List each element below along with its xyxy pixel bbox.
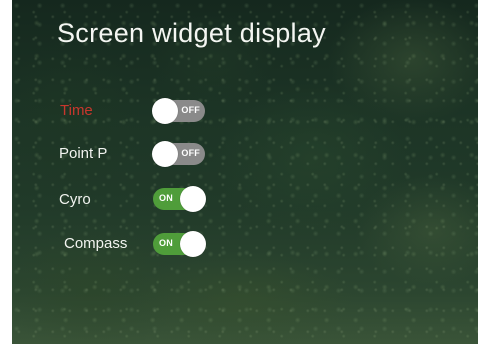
toggle-state-label: ON: [159, 193, 173, 203]
widget-label-point-p: Point P: [59, 145, 108, 162]
toggle-knob: [152, 141, 178, 167]
toggle-knob: [180, 231, 206, 257]
point-p-toggle[interactable]: OFF: [152, 141, 205, 167]
widget-label-compass: Compass: [64, 235, 128, 252]
toggle-knob: [180, 186, 206, 212]
widget-label-cyro: Cyro: [59, 191, 91, 208]
toggle-state-label: OFF: [181, 105, 200, 115]
cyro-toggle[interactable]: ON: [153, 186, 206, 212]
forest-background: [12, 0, 478, 344]
toggle-knob: [152, 98, 178, 124]
compass-toggle[interactable]: ON: [153, 231, 206, 257]
widget-settings-panel: Screen widget display Time OFF Point P O…: [12, 0, 478, 344]
page-title: Screen widget display: [57, 18, 326, 48]
widget-label-time: Time: [60, 102, 93, 119]
toggle-state-label: ON: [159, 238, 173, 248]
toggle-state-label: OFF: [181, 148, 200, 158]
time-toggle[interactable]: OFF: [152, 98, 205, 124]
